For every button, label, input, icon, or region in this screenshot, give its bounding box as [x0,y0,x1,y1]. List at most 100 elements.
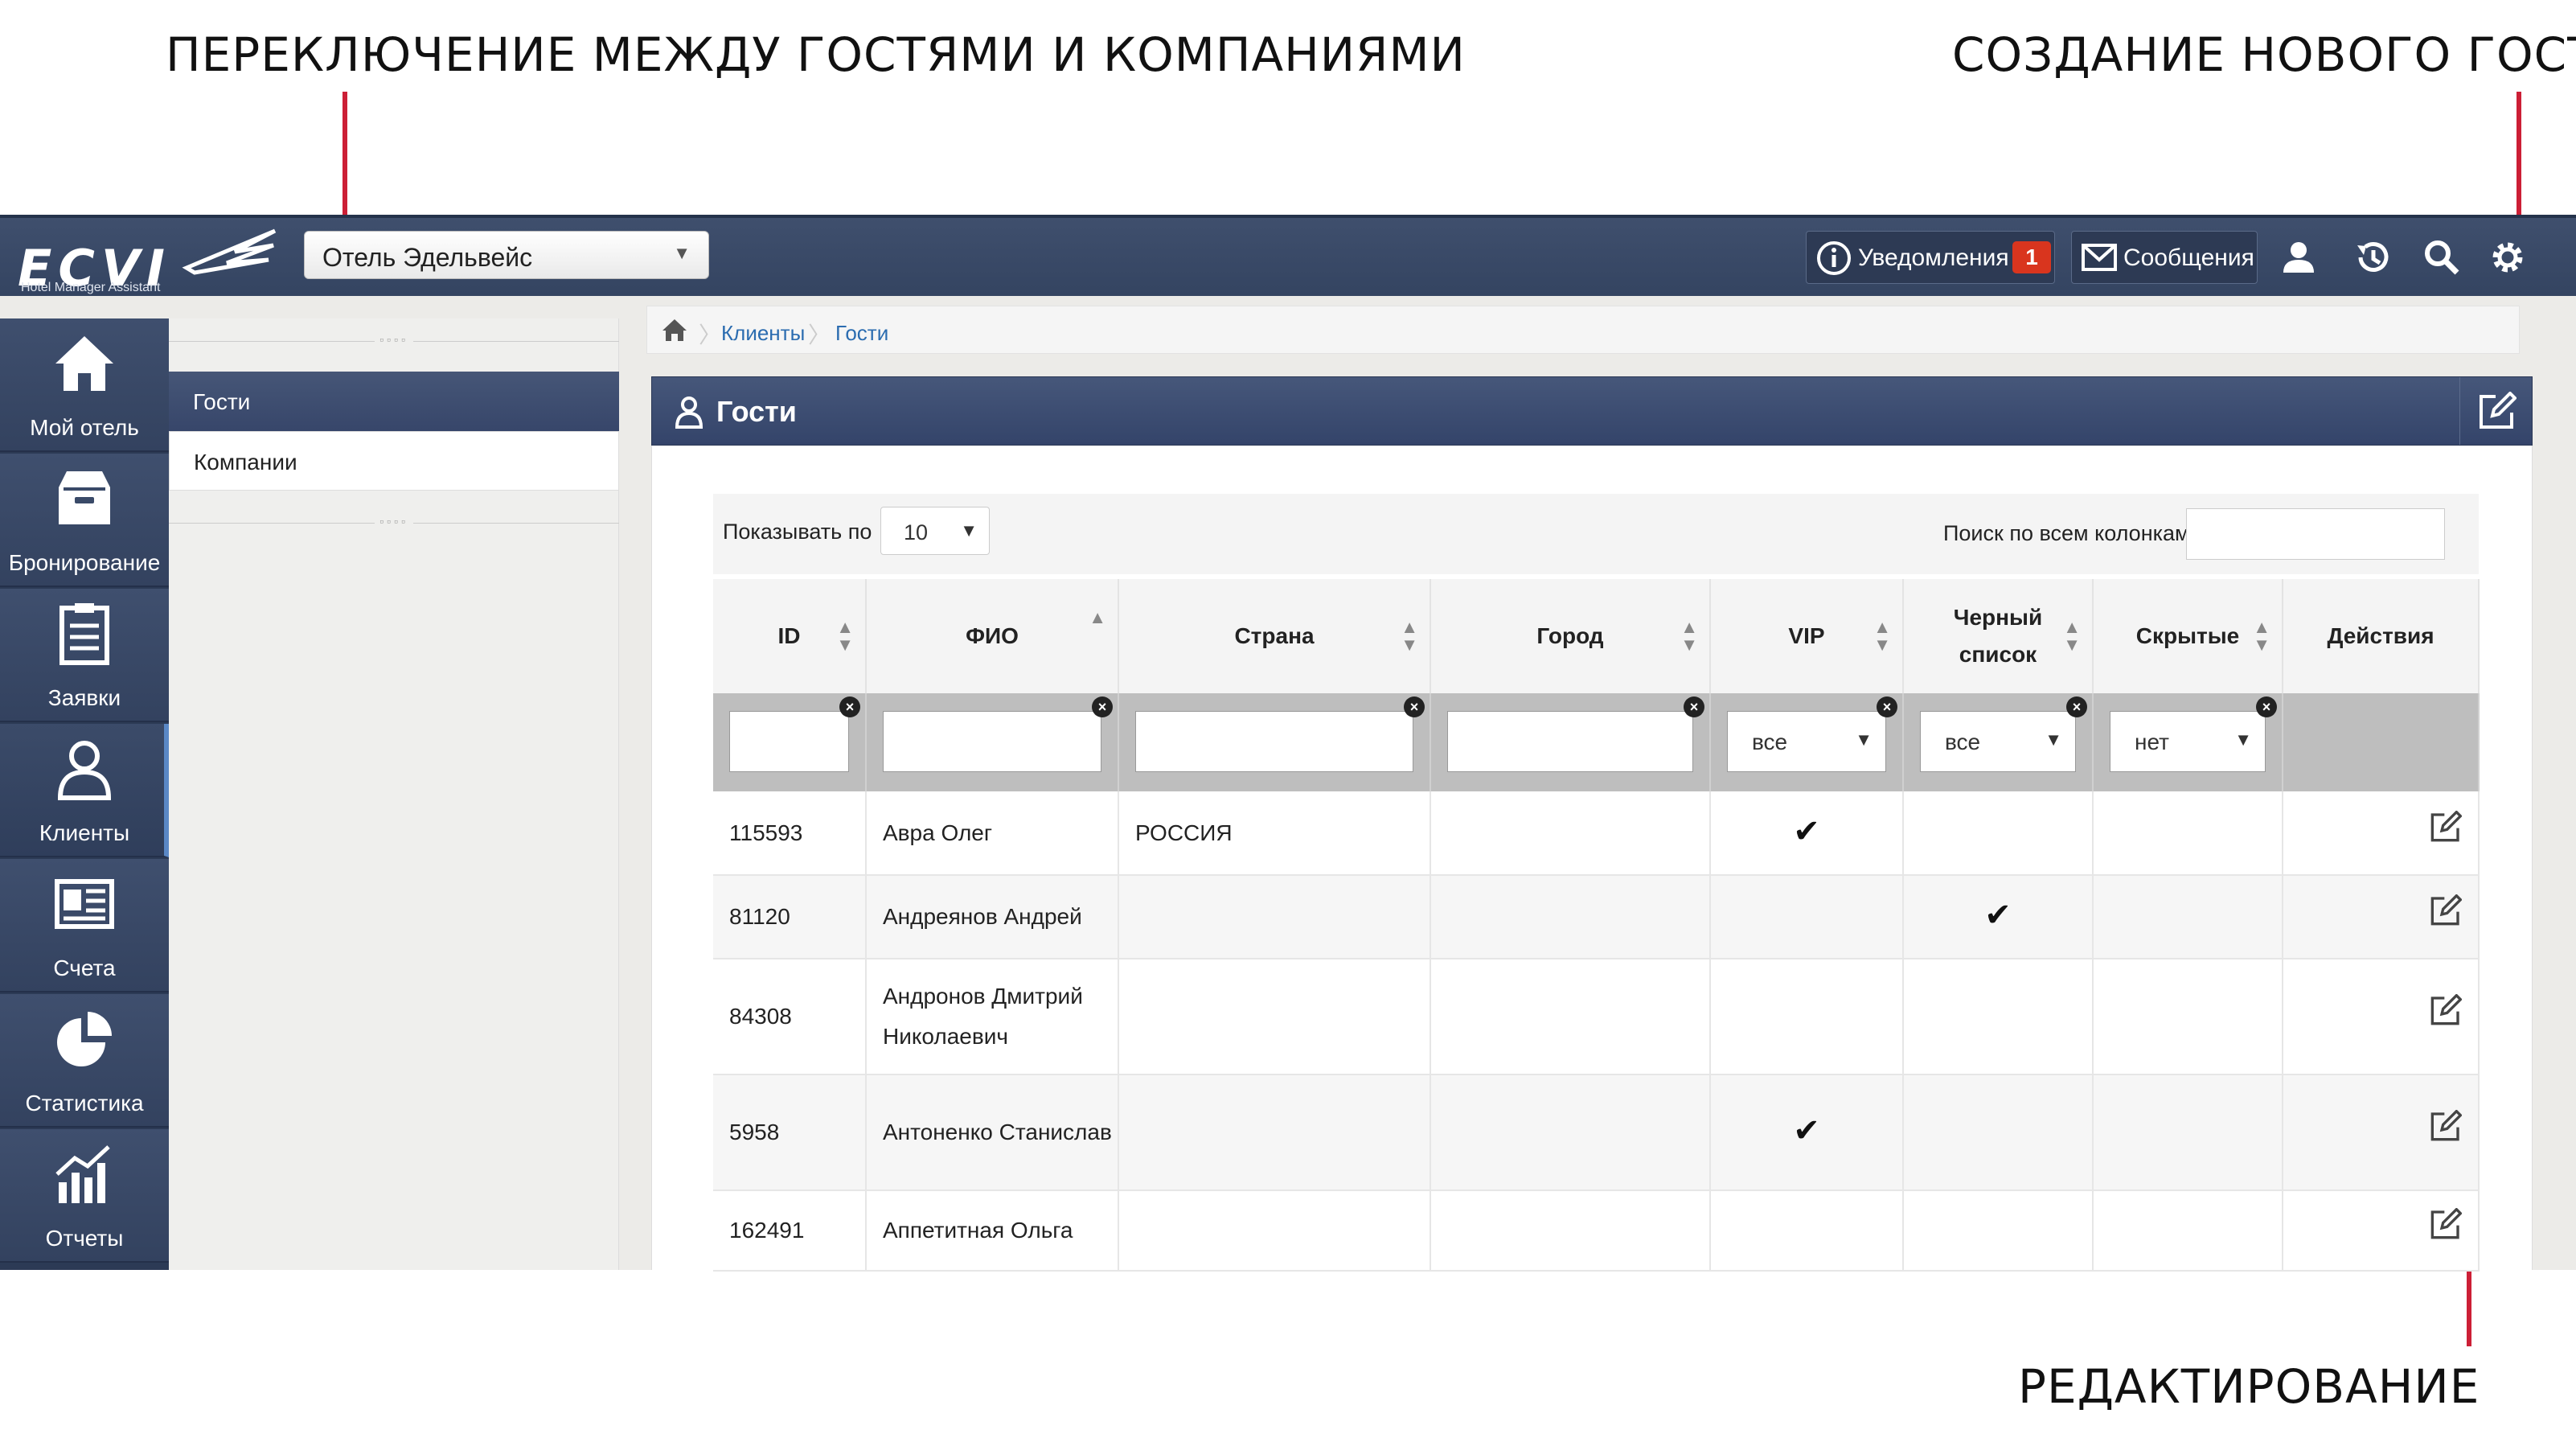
edit-icon[interactable] [2430,993,2463,1026]
panel-title: Гости [716,395,797,428]
gear-icon[interactable] [2488,237,2528,277]
edit-icon[interactable] [2430,1207,2463,1240]
cell-name: Антоненко Станислав [866,1074,1119,1191]
nav-item-invoices[interactable]: Счета [0,859,169,992]
chevron-down-icon: ▼ [673,243,691,263]
nav-label: Мой отель [30,415,139,440]
content-area: 〉 Клиенты 〉 Гости Гости Показывать по 10… [635,296,2533,1272]
cell-name: Авра Олег [866,791,1119,876]
messages-button[interactable]: Сообщения [2071,231,2258,284]
filter-country-input[interactable] [1135,711,1413,772]
nav-item-clients[interactable]: Клиенты [0,724,169,857]
clear-filter-icon[interactable]: × [839,696,860,717]
submenu-item-companies[interactable]: Компании [169,431,619,491]
filter-value: все [1945,729,1981,754]
edit-icon[interactable] [2430,894,2463,927]
invoice-icon [55,879,114,929]
hotel-select[interactable]: Отель Эдельвейс ▼ [304,231,709,279]
cell-hidden [2093,875,2283,959]
home-icon[interactable] [662,318,687,342]
nav-item-requests[interactable]: Заявки [0,589,169,722]
clear-filter-icon[interactable]: × [1684,696,1704,717]
search-input[interactable] [2186,508,2445,560]
table-row[interactable]: 115593 Авра Олег РОССИЯ ✔ [713,791,2480,876]
column-header-name[interactable]: ФИО ▲ [866,579,1119,693]
filter-cell: × [1118,693,1431,791]
history-icon[interactable] [2352,237,2393,277]
column-header-id[interactable]: ID ▲ ▼ [713,579,867,693]
column-header-blacklist[interactable]: Черный список ▲ ▼ [1903,579,2094,693]
nav-item-booking[interactable]: Бронирование [0,454,169,587]
column-label: Скрытые [2135,623,2240,648]
nav-label: Клиенты [39,820,130,845]
table-row[interactable]: 81120 Андреянов Андрей ✔ [713,875,2480,959]
cell-city [1430,791,1711,876]
create-guest-button[interactable] [2459,377,2532,445]
clear-filter-icon[interactable]: × [1404,696,1425,717]
cell-blacklist [1903,791,2094,876]
cell-hidden [2093,1074,2283,1191]
user-icon[interactable] [2279,237,2319,277]
left-nav: Мой отель Бронирование Заявки Клиенты Сч… [0,318,169,1270]
filter-city-input[interactable] [1447,711,1693,772]
column-label: VIP [1788,623,1825,648]
table-row[interactable]: 84308 Андронов Дмитрий Николаевич [713,959,2480,1075]
filter-name-input[interactable] [883,711,1101,772]
column-header-city[interactable]: Город ▲ ▼ [1430,579,1711,693]
checkmark-icon: ✔ [1793,1113,1820,1148]
clear-filter-icon[interactable]: × [2066,696,2087,717]
clear-filter-icon[interactable]: × [1877,696,1897,717]
filter-cell [2283,693,2480,791]
column-header-hidden[interactable]: Скрытые ▲ ▼ [2093,579,2283,693]
search-icon[interactable] [2422,237,2462,277]
table-row[interactable]: 162491 Аппетитная Ольга [713,1190,2480,1272]
breadcrumb-item-clients[interactable]: Клиенты [721,321,805,346]
cell-hidden [2093,959,2283,1075]
notifications-button[interactable]: Уведомления 1 [1806,231,2055,284]
filter-blacklist-select[interactable]: все ▼ [1920,711,2076,772]
column-header-vip[interactable]: VIP ▲ ▼ [1710,579,1904,693]
clear-filter-icon[interactable]: × [1092,696,1113,717]
edit-icon [2480,392,2517,429]
logo: ECVI Hotel Manager Assistant [18,228,283,298]
filter-vip-select[interactable]: все ▼ [1727,711,1886,772]
filter-id-input[interactable] [729,711,849,772]
client-submenu: ▫▫▫▫ Гости Компании ▫▫▫▫ [169,318,619,1270]
cell-city [1430,875,1711,959]
submenu-item-guests[interactable]: Гости [169,372,619,431]
table-header-row: ID ▲ ▼ ФИО ▲ Страна ▲ ▼ Город ▲ ▼ VIP ▲ ▼ Черный … [713,579,2480,693]
nav-item-my-hotel[interactable]: Мой отель [0,318,169,452]
checkmark-icon: ✔ [1984,898,2012,933]
breadcrumb-item-guests[interactable]: Гости [835,321,888,346]
annotation-create-label: СОЗДАНИЕ НОВОГО ГОСТЯ [1952,27,2576,82]
user-icon [57,741,112,800]
chevron-down-icon: ▼ [2234,729,2252,750]
cell-country [1118,1190,1431,1272]
top-bar: ECVI Hotel Manager Assistant Отель Эдель… [0,215,2576,298]
guests-table: ID ▲ ▼ ФИО ▲ Страна ▲ ▼ Город ▲ ▼ VIP ▲ ▼ Черный … [713,579,2480,1272]
page-length-select[interactable]: 10 ▼ [880,507,990,555]
cell-city [1430,1190,1711,1272]
cell-name: Андронов Дмитрий Николаевич [866,959,1119,1075]
notifications-label: Уведомления [1858,244,2009,271]
edit-icon[interactable] [2430,809,2463,843]
clear-filter-icon[interactable]: × [2256,696,2277,717]
pie-chart-icon [57,1012,112,1066]
sort-icon: ▲ ▼ [2063,617,2081,655]
column-header-country[interactable]: Страна ▲ ▼ [1118,579,1431,693]
nav-item-statistics[interactable]: Статистика [0,994,169,1128]
table-row[interactable]: 5958 Антоненко Станислав ✔ [713,1074,2480,1191]
edit-icon[interactable] [2430,1109,2463,1142]
filter-value: нет [2135,729,2169,754]
nav-item-reports[interactable]: Отчеты [0,1129,169,1263]
column-label: ID [777,623,801,648]
bar-chart-icon [55,1145,110,1203]
sort-icon: ▲ ▼ [1873,617,1891,655]
submenu-grip-top: ▫▫▫▫ [169,333,619,349]
cell-id: 162491 [713,1190,867,1272]
nav-label: Бронирование [8,550,161,575]
filter-hidden-select[interactable]: нет ▼ [2110,711,2266,772]
cell-blacklist [1903,1074,2094,1191]
filter-value: все [1752,729,1788,754]
annotation-edit-label: РЕДАКТИРОВАНИЕ [2018,1359,2480,1414]
